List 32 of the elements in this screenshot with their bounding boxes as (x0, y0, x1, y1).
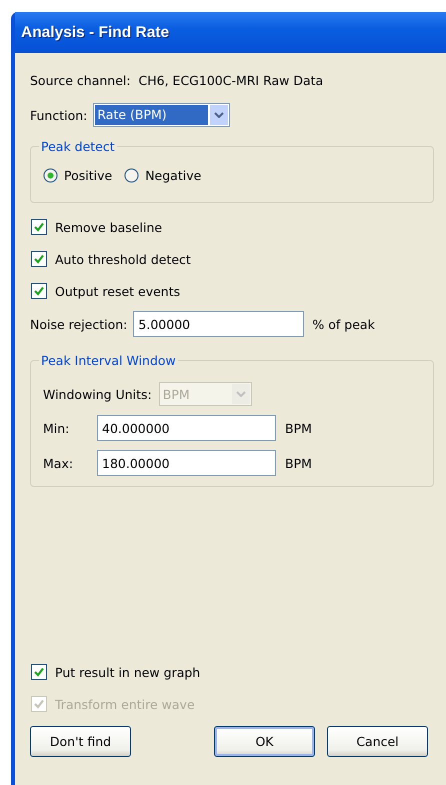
field-label: Windowing Units: (43, 386, 152, 402)
unit-label: % of peak (312, 316, 375, 332)
checkbox-label: Output reset events (55, 284, 180, 298)
checkbox[interactable] (31, 664, 47, 680)
unit-label: BPM (285, 456, 312, 470)
radio-button[interactable] (43, 168, 58, 183)
group-title: Peak detect (40, 139, 116, 154)
radio-label: Negative (145, 168, 202, 183)
field-label: Max: (43, 456, 74, 470)
dialog-button[interactable]: Don't find (30, 726, 131, 757)
checkbox-label: Put result in new graph (55, 664, 200, 680)
dialog-button[interactable]: OK (214, 726, 315, 757)
checkbox-label: Transform entire wave (55, 696, 195, 712)
dialog-button[interactable]: Cancel (327, 726, 428, 757)
checkbox[interactable] (31, 219, 47, 235)
field-label: Min: (43, 420, 70, 436)
number-input[interactable]: 180.00000 (97, 450, 276, 476)
checkbox[interactable] (31, 283, 47, 299)
checkbox-label: Auto threshold detect (55, 252, 191, 266)
radio-button[interactable] (124, 168, 140, 183)
function-dropdown[interactable]: Rate (BPM) (93, 103, 230, 127)
number-input[interactable]: 5.00000 (133, 311, 304, 337)
radio-label: Positive (64, 168, 112, 183)
field-label: Noise rejection: (30, 316, 128, 332)
unit-label: BPM (285, 420, 312, 436)
source-channel-text: Source channel: CH6, ECG100C-MRI Raw Data (30, 72, 324, 88)
window-title: Analysis - Find Rate (21, 24, 170, 42)
field-label: Function: (30, 108, 88, 122)
checkbox[interactable] (31, 251, 47, 267)
group-title: Peak Interval Window (40, 353, 177, 368)
number-input[interactable]: 40.000000 (97, 415, 276, 441)
checkbox-label: Remove baseline (55, 220, 162, 234)
